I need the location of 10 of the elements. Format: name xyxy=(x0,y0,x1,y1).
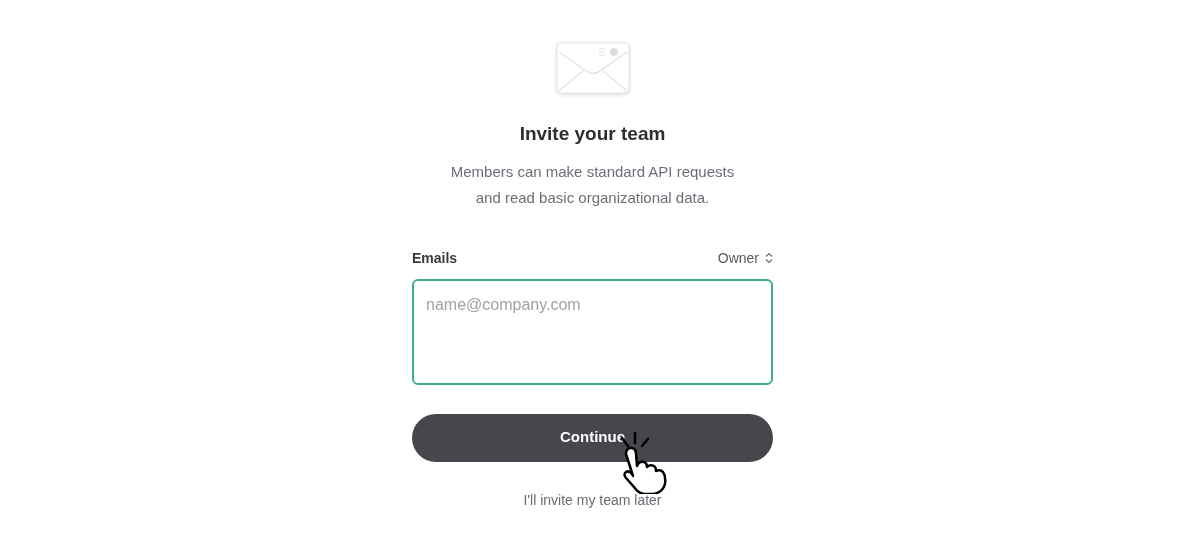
role-select[interactable]: Owner xyxy=(717,247,773,269)
envelope-icon xyxy=(555,42,630,94)
skip-link[interactable]: I'll invite my team later xyxy=(523,489,662,511)
title: Invite your team xyxy=(519,122,666,146)
sort-chevrons-icon xyxy=(765,252,773,264)
emails-field[interactable]: name@company.com xyxy=(412,278,773,385)
emails-label: Emails xyxy=(412,248,458,268)
subtitle-line: and read basic organizational data. xyxy=(475,188,710,208)
subtitle-line: Members can make standard API requests xyxy=(450,161,735,182)
continue-button[interactable]: Continue xyxy=(412,413,773,462)
